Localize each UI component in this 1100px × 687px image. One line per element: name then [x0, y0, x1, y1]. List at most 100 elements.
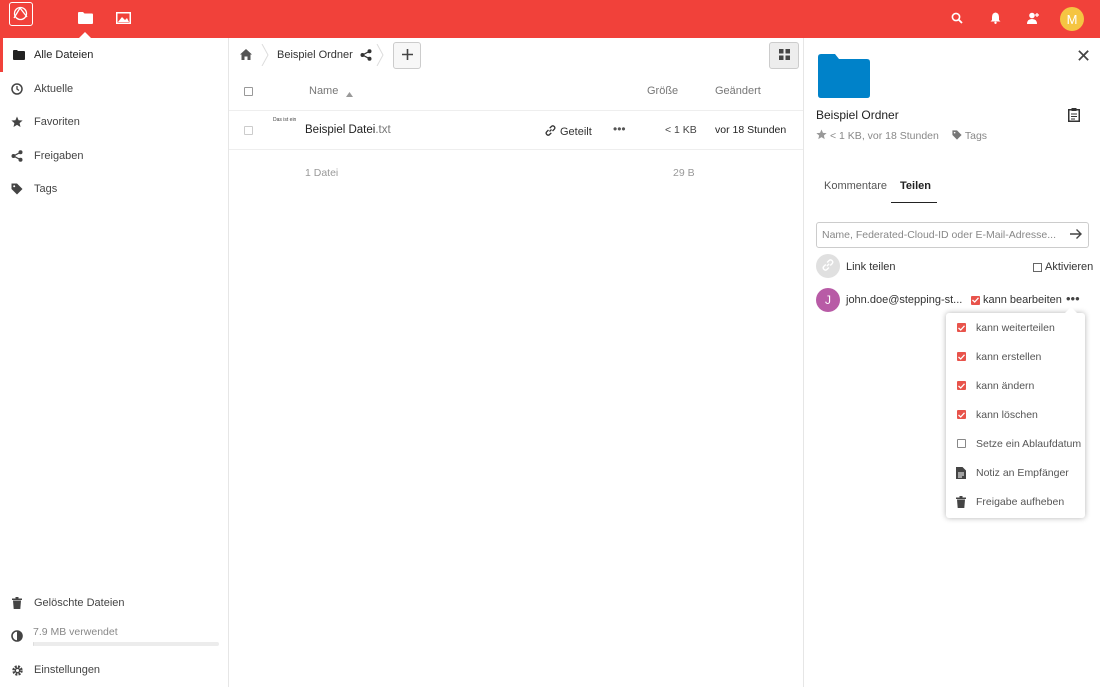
search-button[interactable]: [938, 0, 976, 38]
column-header-size[interactable]: Größe: [647, 85, 678, 97]
close-icon[interactable]: ✕: [1076, 46, 1091, 67]
checkbox-empty: [1033, 262, 1042, 272]
checkbox-checked: [956, 381, 966, 390]
share-icon: [0, 150, 34, 162]
sort-asc-icon: [346, 88, 353, 100]
contacts-icon: [1026, 12, 1040, 27]
share-options-menu: kann weiterteilen kann erstellen kann än…: [946, 307, 1085, 518]
sidebar-item-label: Gelöschte Dateien: [34, 597, 125, 609]
tab-sharing[interactable]: Teilen: [900, 180, 931, 192]
sidebar-item-shares[interactable]: Freigaben: [0, 139, 228, 173]
bell-icon: [990, 12, 1001, 27]
select-all-checkbox[interactable]: [244, 87, 253, 96]
column-header-modified[interactable]: Geändert: [715, 85, 761, 97]
menu-item-can-change[interactable]: kann ändern: [946, 371, 1085, 400]
menu-item-note[interactable]: Notiz an Empfänger: [946, 458, 1085, 487]
menu-item-unshare[interactable]: Freigabe aufheben: [946, 487, 1085, 516]
divider: [229, 149, 803, 150]
share-icon[interactable]: [360, 49, 372, 64]
image-icon: [115, 11, 131, 27]
menu-item-label: kann erstellen: [976, 350, 1042, 363]
file-name[interactable]: Beispiel Datei.txt: [305, 124, 391, 136]
file-thumbnail: Das ist ein: [273, 117, 297, 123]
sidebar-item-recent[interactable]: Aktuelle: [0, 72, 228, 106]
activate-label: Aktivieren: [1045, 261, 1094, 273]
user-avatar-j: J: [816, 288, 840, 312]
more-actions-icon[interactable]: •••: [613, 122, 626, 136]
tab-comments[interactable]: Kommentare: [824, 180, 887, 192]
user-avatar[interactable]: M: [1060, 7, 1084, 31]
folder-icon: [3, 50, 34, 60]
folder-icon: [818, 54, 870, 101]
menu-item-label: Setze ein Ablaufdatum: [976, 437, 1082, 450]
folder-icon: [77, 11, 93, 27]
link-icon: [822, 258, 834, 274]
app-navigation: Alle Dateien Aktuelle Favoriten Freigabe…: [0, 38, 229, 687]
checkbox-checked: [956, 352, 966, 361]
sidebar-item-label: Alle Dateien: [34, 49, 94, 61]
sidebar-item-favorites[interactable]: Favoriten: [0, 105, 228, 139]
details-title: Beispiel Ordner: [816, 108, 899, 122]
gallery-app-button[interactable]: [104, 0, 142, 38]
share-with-input[interactable]: Name, Federated-Cloud-ID oder E-Mail-Adr…: [816, 222, 1089, 248]
files-app-button[interactable]: [66, 0, 104, 38]
can-edit-checkbox[interactable]: kann bearbeiten: [971, 294, 1062, 306]
file-basename: Beispiel Datei: [305, 124, 376, 136]
contacts-button[interactable]: [1014, 0, 1052, 38]
sidebar-item-deleted-files[interactable]: Gelöschte Dateien: [0, 586, 228, 620]
share-menu-icon[interactable]: •••: [1066, 291, 1080, 306]
checkbox-checked: [971, 295, 980, 305]
pie-chart-icon: [0, 620, 34, 652]
grid-view-toggle[interactable]: [769, 42, 799, 69]
link-share-avatar: [816, 254, 840, 278]
nextcloud-logo[interactable]: [9, 2, 33, 26]
add-new-button[interactable]: [393, 42, 421, 69]
menu-item-label: kann löschen: [976, 408, 1038, 421]
home-icon[interactable]: [240, 49, 252, 63]
notifications-button[interactable]: [976, 0, 1014, 38]
sidebar-item-label: Aktuelle: [34, 83, 74, 95]
menu-item-expiration-date[interactable]: Setze ein Ablaufdatum: [946, 429, 1085, 458]
tag-icon: [952, 129, 962, 143]
top-header: M: [0, 0, 1100, 38]
summary-file-count: 1 Datei: [305, 167, 339, 179]
menu-item-can-delete[interactable]: kann löschen: [946, 400, 1085, 429]
breadcrumb: Beispiel Ordner: [229, 38, 803, 74]
link-icon: [545, 125, 556, 139]
breadcrumb-separator: [376, 44, 384, 66]
settings-label: Einstellungen: [34, 664, 101, 676]
shared-status-button[interactable]: Geteilt: [545, 125, 592, 139]
arrow-right-icon[interactable]: [1069, 227, 1083, 244]
trash-icon: [946, 495, 976, 508]
sidebar-item-tags[interactable]: Tags: [0, 172, 228, 206]
tag-icon: [0, 183, 34, 195]
activate-link-checkbox[interactable]: Aktivieren: [1033, 261, 1093, 273]
active-tab-indicator: [891, 202, 937, 203]
plus-icon: [401, 48, 413, 63]
menu-item-can-reshare[interactable]: kann weiterteilen: [946, 313, 1085, 342]
sidebar-item-all-files[interactable]: Alle Dateien: [0, 38, 228, 72]
file-list-area: Beispiel Ordner Name Größe Geändert Das …: [229, 38, 803, 687]
settings-button[interactable]: Einstellungen: [0, 653, 228, 687]
star-icon: [0, 116, 34, 128]
clipboard-icon[interactable]: [1068, 108, 1080, 125]
details-meta: < 1 KB, vor 18 Stunden Tags: [816, 129, 987, 143]
divider: [229, 110, 803, 111]
search-icon: [951, 12, 963, 27]
quota-bar-fill: [33, 642, 34, 646]
quota-text: 7.9 MB verwendet: [33, 626, 118, 638]
menu-item-label: Notiz an Empfänger: [976, 466, 1069, 479]
breadcrumb-folder[interactable]: Beispiel Ordner: [277, 49, 353, 61]
note-icon: [946, 466, 976, 479]
row-checkbox[interactable]: [244, 126, 253, 135]
star-icon[interactable]: [816, 129, 827, 143]
trash-icon: [0, 597, 34, 609]
clock-icon: [0, 83, 34, 95]
menu-item-can-create[interactable]: kann erstellen: [946, 342, 1085, 371]
checkbox-empty: [956, 439, 966, 448]
quota-bar: [33, 642, 219, 646]
grid-icon: [778, 48, 790, 63]
column-header-name[interactable]: Name: [309, 85, 338, 97]
shared-label: Geteilt: [560, 126, 592, 138]
tags-link[interactable]: Tags: [965, 130, 987, 142]
